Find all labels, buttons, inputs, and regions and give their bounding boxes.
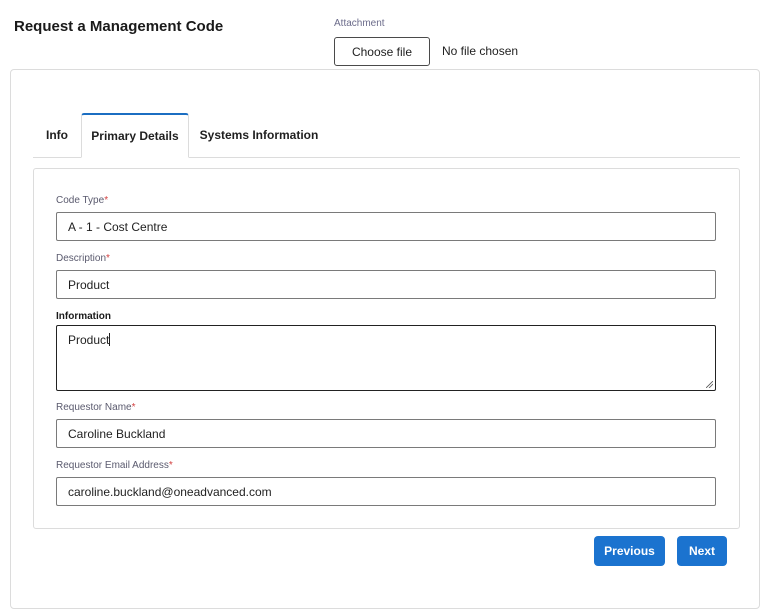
required-marker: * (104, 195, 109, 206)
description-field[interactable]: Product (56, 270, 716, 299)
requestor-email-field[interactable]: caroline.buckland@oneadvanced.com (56, 477, 716, 506)
required-marker: * (131, 402, 136, 413)
requestor-name-label: Requestor Name* (56, 402, 136, 413)
primary-details-panel: Code Type* A - 1 - Cost Centre Descripti… (33, 168, 740, 529)
tab-info[interactable]: Info (33, 113, 81, 157)
information-textarea[interactable]: Product (56, 325, 716, 391)
text-caret (109, 333, 111, 346)
information-label: Information (56, 311, 111, 322)
attachment-label: Attachment (334, 18, 385, 29)
information-text: Product (68, 333, 110, 347)
code-type-field[interactable]: A - 1 - Cost Centre (56, 212, 716, 241)
resize-handle-icon[interactable] (706, 381, 713, 388)
form-card: Info Primary Details Systems Information… (10, 69, 760, 609)
tab-bar: Info Primary Details Systems Information (33, 113, 740, 158)
requestor-email-label: Requestor Email Address* (56, 460, 173, 471)
required-marker: * (106, 253, 110, 264)
previous-button[interactable]: Previous (594, 536, 665, 566)
tab-primary-details[interactable]: Primary Details (81, 113, 189, 158)
required-marker: * (168, 460, 173, 471)
page-title: Request a Management Code (14, 18, 224, 35)
description-label: Description* (56, 253, 110, 264)
tab-systems-information[interactable]: Systems Information (189, 113, 329, 157)
code-type-label: Code Type* (56, 195, 109, 206)
file-status: No file chosen (442, 44, 519, 58)
requestor-name-field[interactable]: Caroline Buckland (56, 419, 716, 448)
choose-file-button[interactable]: Choose file (334, 37, 430, 66)
next-button[interactable]: Next (677, 536, 727, 566)
